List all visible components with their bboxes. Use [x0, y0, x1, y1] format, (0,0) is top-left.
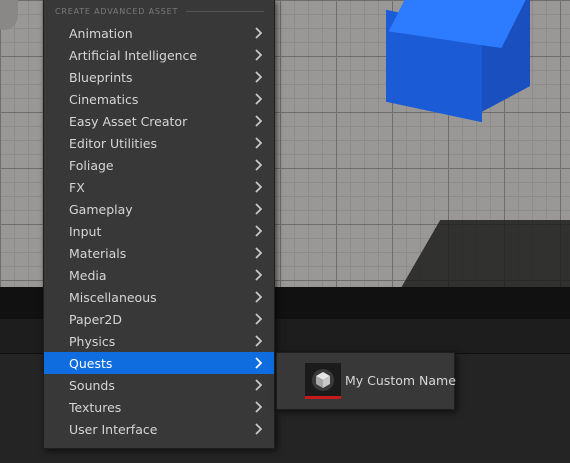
menu-item-animation[interactable]: Animation — [44, 22, 274, 44]
chevron-right-icon — [251, 220, 265, 242]
chevron-right-icon — [251, 44, 265, 66]
chevron-right-icon — [251, 264, 265, 286]
chevron-right-icon — [251, 22, 265, 44]
menu-item-label: User Interface — [69, 421, 158, 437]
cube-shadow — [399, 220, 570, 287]
chevron-right-icon — [251, 88, 265, 110]
menu-item-editor-utilities[interactable]: Editor Utilities — [44, 132, 274, 154]
menu-item-gameplay[interactable]: Gameplay — [44, 198, 274, 220]
menu-item-physics[interactable]: Physics — [44, 330, 274, 352]
menu-item-label: Gameplay — [69, 201, 133, 217]
menu-item-label: Artificial Intelligence — [69, 47, 198, 63]
create-advanced-asset-menu: CREATE ADVANCED ASSET Animation Artificia… — [43, 0, 275, 449]
menu-item-label: Easy Asset Creator — [69, 113, 188, 129]
menu-item-label: Media — [69, 267, 107, 283]
chevron-right-icon — [251, 198, 265, 220]
chevron-right-icon — [251, 352, 265, 374]
menu-item-materials[interactable]: Materials — [44, 242, 274, 264]
menu-item-label: Sounds — [69, 377, 115, 393]
menu-item-label: Textures — [69, 399, 122, 415]
menu-section-divider — [186, 11, 264, 12]
chevron-right-icon — [251, 330, 265, 352]
chevron-right-icon — [251, 132, 265, 154]
chevron-right-icon — [251, 110, 265, 132]
menu-item-media[interactable]: Media — [44, 264, 274, 286]
menu-item-cinematics[interactable]: Cinematics — [44, 88, 274, 110]
menu-item-easy-asset-creator[interactable]: Easy Asset Creator — [44, 110, 274, 132]
menu-item-label: Materials — [69, 245, 127, 261]
menu-item-label: Blueprints — [69, 69, 133, 85]
menu-item-paper2d[interactable]: Paper2D — [44, 308, 274, 330]
chevron-right-icon — [251, 66, 265, 88]
menu-item-label: Editor Utilities — [69, 135, 158, 151]
menu-item-label: Foliage — [69, 157, 114, 173]
menu-item-textures[interactable]: Textures — [44, 396, 274, 418]
menu-item-miscellaneous[interactable]: Miscellaneous — [44, 286, 274, 308]
chevron-right-icon — [251, 396, 265, 418]
chevron-right-icon — [251, 374, 265, 396]
menu-section-title: CREATE ADVANCED ASSET — [55, 6, 179, 16]
menu-item-label: Animation — [69, 25, 133, 41]
menu-item-input[interactable]: Input — [44, 220, 274, 242]
chevron-right-icon — [251, 154, 265, 176]
chevron-right-icon — [251, 308, 265, 330]
chevron-right-icon — [251, 176, 265, 198]
menu-item-quests[interactable]: Quests — [44, 352, 274, 374]
menu-item-user-interface[interactable]: User Interface — [44, 418, 274, 440]
cylinder-mesh — [0, 0, 18, 30]
chevron-right-icon — [251, 418, 265, 440]
menu-item-label: Quests — [69, 355, 113, 371]
asset-type-color-bar — [305, 396, 341, 399]
chevron-right-icon — [251, 242, 265, 264]
menu-item-fx[interactable]: FX — [44, 176, 274, 198]
menu-section-header: CREATE ADVANCED ASSET — [55, 5, 264, 17]
menu-item-blueprints[interactable]: Blueprints — [44, 66, 274, 88]
menu-item-sounds[interactable]: Sounds — [44, 374, 274, 396]
menu-item-label: Paper2D — [69, 311, 122, 327]
submenu-item-my-custom-name[interactable]: My Custom Name — [345, 373, 456, 388]
asset-thumbnail[interactable] — [305, 363, 341, 399]
chevron-right-icon — [251, 286, 265, 308]
menu-item-label: Cinematics — [69, 91, 139, 107]
quests-submenu: My Custom Name — [276, 352, 456, 410]
menu-item-label: Miscellaneous — [69, 289, 157, 305]
menu-item-label: Physics — [69, 333, 116, 349]
menu-item-label: Input — [69, 223, 102, 239]
menu-item-foliage[interactable]: Foliage — [44, 154, 274, 176]
menu-item-label: FX — [69, 179, 85, 195]
menu-item-artificial-intelligence[interactable]: Artificial Intelligence — [44, 44, 274, 66]
asset-cube-icon — [312, 369, 334, 391]
